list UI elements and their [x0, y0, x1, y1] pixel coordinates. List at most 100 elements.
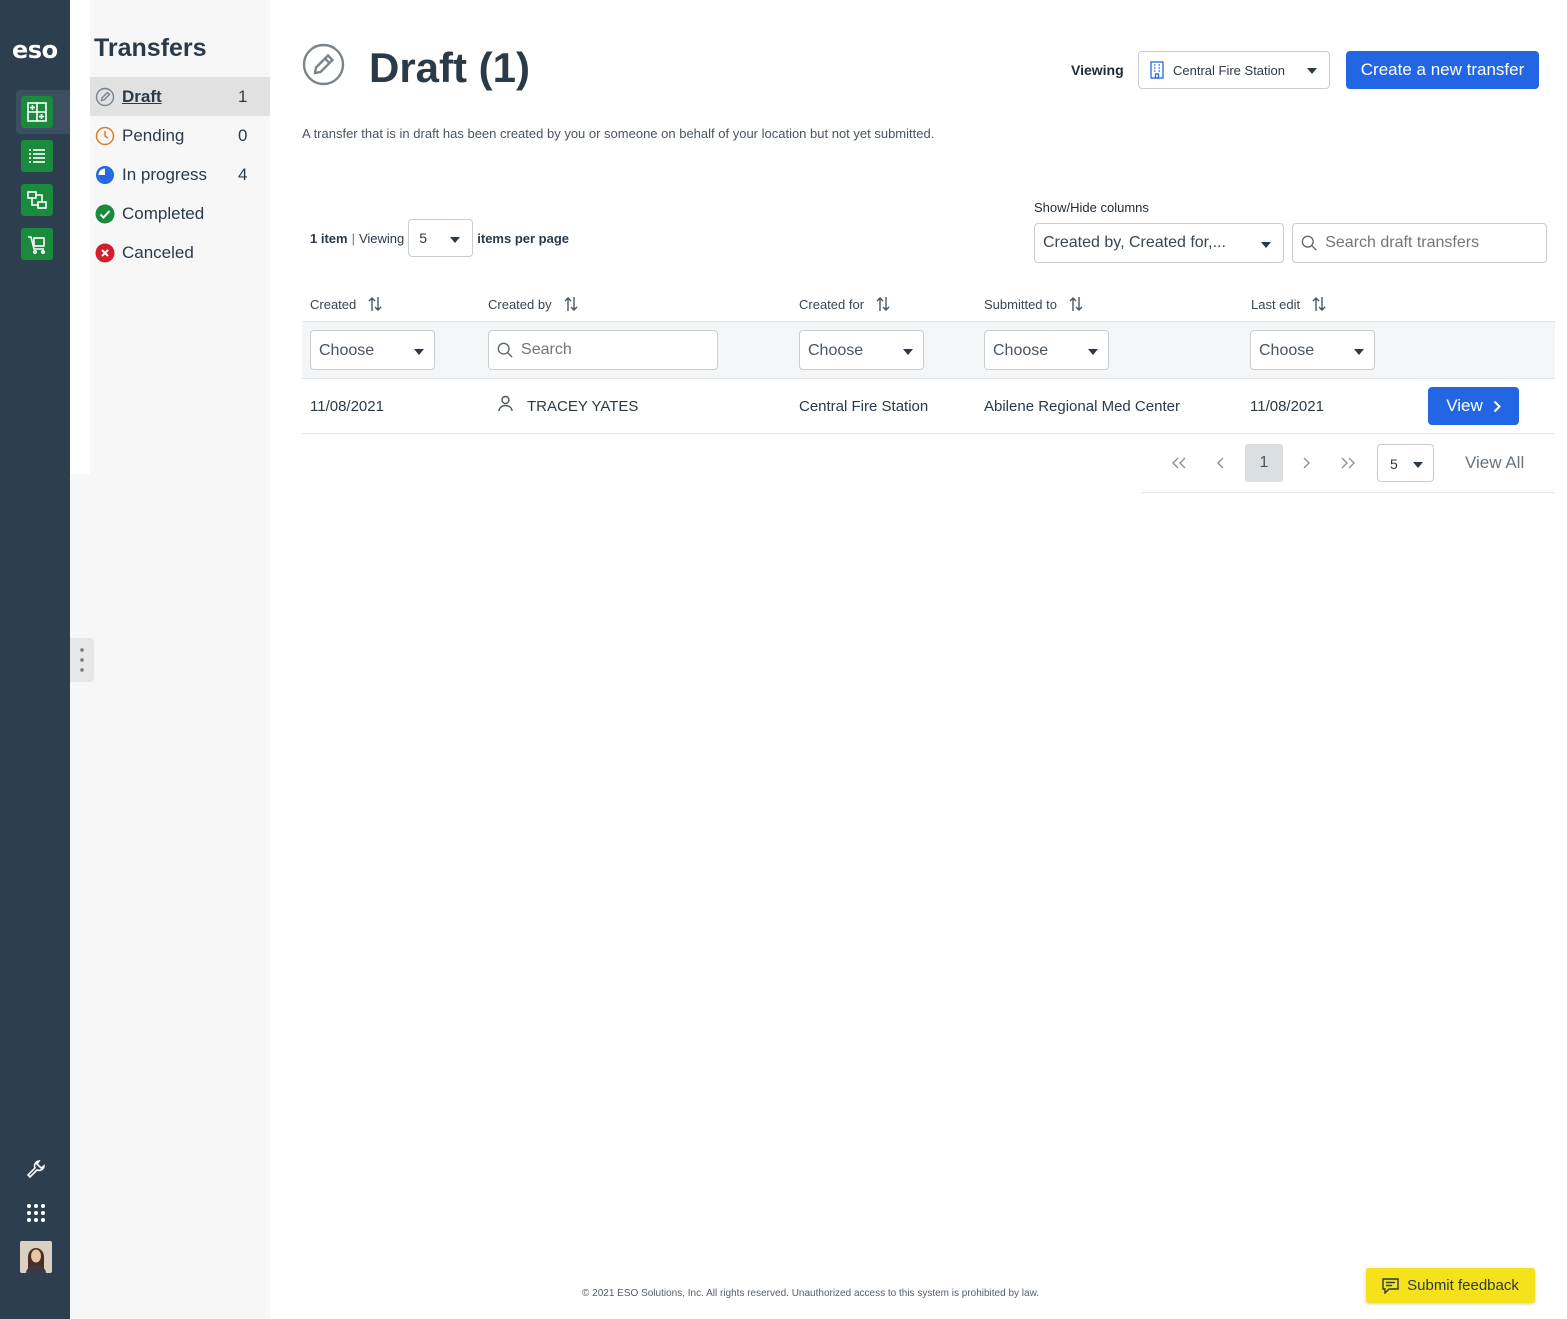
- station-select-value: Central Fire Station: [1173, 62, 1285, 78]
- submit-feedback-button[interactable]: Submit feedback: [1366, 1268, 1535, 1303]
- caret-down-icon: [1261, 242, 1271, 248]
- cell-created: 11/08/2021: [310, 398, 384, 415]
- view-all-link[interactable]: View All: [1465, 453, 1524, 473]
- last-page-button[interactable]: [1329, 444, 1367, 482]
- building-icon: [1150, 61, 1164, 79]
- sidebar-item-label: Completed: [122, 203, 205, 223]
- sidebar-item-canceled[interactable]: Canceled: [90, 233, 270, 272]
- per-page-value: 5: [419, 230, 428, 246]
- station-select[interactable]: Central Fire Station: [1138, 51, 1330, 89]
- column-header-label: Created: [310, 296, 357, 312]
- pencil-circle-icon: [302, 43, 345, 86]
- sidebar-collapse-handle[interactable]: [70, 638, 94, 682]
- cell-created-by: TRACEY YATES: [527, 398, 639, 415]
- column-header-label: Last edit: [1251, 296, 1301, 312]
- sort-icon: [1312, 297, 1326, 311]
- search-icon: [1301, 235, 1317, 251]
- separator: |: [351, 230, 355, 246]
- per-page-suffix: items per page: [477, 230, 570, 246]
- per-page-select[interactable]: 5: [408, 219, 474, 257]
- filter-created-by-search[interactable]: [488, 330, 718, 370]
- search-draft-field[interactable]: [1292, 223, 1547, 263]
- column-header-created[interactable]: Created: [310, 296, 382, 312]
- column-header-submitted-to[interactable]: Submitted to: [984, 296, 1083, 312]
- page-title: Draft (1): [369, 44, 531, 91]
- search-draft-input[interactable]: [1325, 234, 1546, 252]
- sidebar-title: Transfers: [94, 34, 207, 62]
- next-page-button[interactable]: [1287, 444, 1325, 482]
- sidebar-item-pending[interactable]: Pending 0: [90, 116, 270, 155]
- list-icon[interactable]: [21, 140, 53, 172]
- caret-down-icon: [1354, 349, 1364, 355]
- wrench-icon[interactable]: [22, 1155, 50, 1183]
- transfers-grid-icon[interactable]: [21, 96, 53, 128]
- filter-submitted-to-select[interactable]: Choose: [984, 330, 1109, 370]
- viewing-text: Viewing: [358, 230, 405, 246]
- caret-down-icon: [450, 237, 461, 243]
- filter-created-for-select[interactable]: Choose: [799, 330, 924, 370]
- sort-icon: [564, 297, 578, 311]
- column-header-last-edit[interactable]: Last edit: [1251, 296, 1326, 312]
- sort-icon: [368, 297, 382, 311]
- sort-icon: [1069, 297, 1083, 311]
- caret-down-icon: [414, 349, 424, 355]
- check-circle-icon: [94, 203, 116, 225]
- filter-select-value: Choose: [1259, 342, 1315, 359]
- double-chevron-right-icon: [1341, 457, 1355, 469]
- search-icon: [497, 342, 513, 358]
- view-button[interactable]: View: [1428, 387, 1519, 425]
- user-avatar[interactable]: [20, 1241, 52, 1273]
- filter-last-edit-select[interactable]: Choose: [1250, 330, 1375, 370]
- column-header-label: Submitted to: [984, 296, 1057, 312]
- show-hide-columns-label: Show/Hide columns: [1034, 200, 1149, 215]
- table-row: [302, 379, 1555, 434]
- vertical-dots-icon: [80, 648, 84, 672]
- item-count: 1 item: [310, 230, 348, 246]
- page-1-button[interactable]: 1: [1245, 444, 1283, 482]
- cell-submitted-to: Abilene Regional Med Center: [984, 398, 1180, 415]
- filter-select-value: Choose: [319, 342, 375, 359]
- create-transfer-button[interactable]: Create a new transfer: [1346, 51, 1539, 89]
- x-circle-icon: [94, 242, 116, 264]
- sidebar-item-label: Draft: [122, 86, 162, 106]
- sidebar-item-count: 4: [238, 164, 248, 184]
- sidebar-gutter: [70, 0, 90, 474]
- first-page-button[interactable]: [1160, 444, 1198, 482]
- column-header-created-for[interactable]: Created for: [799, 296, 890, 312]
- column-header-label: Created by: [488, 296, 552, 312]
- filter-select-value: Choose: [993, 342, 1049, 359]
- chevron-left-icon: [1217, 457, 1224, 469]
- sidebar-item-label: Canceled: [122, 242, 194, 262]
- sidebar-item-count: 1: [238, 86, 248, 106]
- sidebar-item-label: Pending: [122, 125, 185, 145]
- prev-page-button[interactable]: [1202, 444, 1240, 482]
- filter-select-value: Choose: [808, 342, 864, 359]
- sidebar-item-draft[interactable]: Draft 1: [90, 77, 270, 116]
- apps-grid-icon[interactable]: [22, 1199, 50, 1227]
- caret-down-icon: [903, 349, 913, 355]
- sidebar-item-in-progress[interactable]: In progress 4: [90, 155, 270, 194]
- cart-icon[interactable]: [21, 228, 53, 260]
- chevron-right-icon: [1303, 457, 1310, 469]
- progress-pie-icon: [94, 164, 116, 186]
- view-button-label: View: [1446, 396, 1483, 415]
- filter-created-select[interactable]: Choose: [310, 330, 435, 370]
- flowchart-icon[interactable]: [21, 184, 53, 216]
- chevron-right-icon: [1493, 400, 1501, 412]
- column-header-label: Created for: [799, 296, 865, 312]
- filter-created-by-input[interactable]: [521, 341, 717, 359]
- copyright-text: © 2021 ESO Solutions, Inc. All rights re…: [582, 1288, 1040, 1299]
- double-chevron-left-icon: [1172, 457, 1186, 469]
- sidebar-item-completed[interactable]: Completed: [90, 194, 270, 233]
- columns-select[interactable]: Created by, Created for,...: [1034, 223, 1284, 263]
- pencil-circle-icon: [94, 86, 116, 108]
- items-summary: 1 item | Viewing 5 items per page: [310, 219, 569, 257]
- caret-down-icon: [1307, 68, 1317, 74]
- caret-down-icon: [1413, 462, 1423, 468]
- feedback-icon: [1382, 1277, 1399, 1294]
- eso-logo: eso: [12, 36, 58, 64]
- column-header-created-by[interactable]: Created by: [488, 296, 578, 312]
- caret-down-icon: [1088, 349, 1098, 355]
- page-size-select[interactable]: 5: [1377, 444, 1434, 482]
- page-description: A transfer that is in draft has been cre…: [302, 126, 935, 141]
